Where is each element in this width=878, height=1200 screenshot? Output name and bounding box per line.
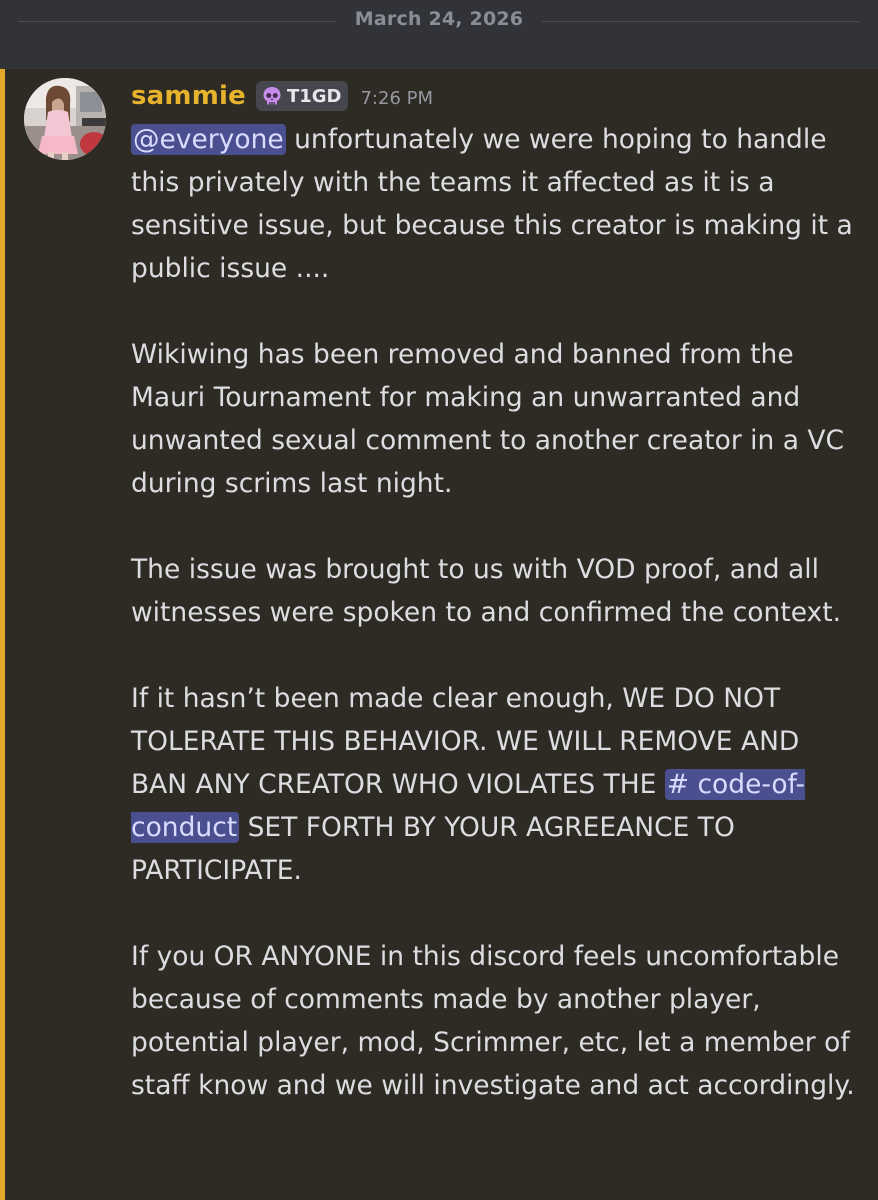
date-divider-label: March 24, 2026 <box>354 8 524 30</box>
mention-highlight-bar <box>0 69 5 1200</box>
message-paragraph: Wikiwing has been removed and banned fro… <box>131 339 845 499</box>
message[interactable]: sammie T1GD 7:26 PM @everyone unfortunat… <box>0 68 878 1200</box>
divider-line-right <box>542 21 860 22</box>
divider-line-left <box>18 21 336 22</box>
avatar-image <box>24 78 106 160</box>
server-tag-text: T1GD <box>286 85 342 107</box>
skull-icon <box>263 87 281 105</box>
message-content: @everyone unfortunately we were hoping t… <box>131 118 861 1107</box>
message-paragraph: If it hasn’t been made clear enough, WE … <box>131 677 861 892</box>
message-timestamp[interactable]: 7:26 PM <box>360 84 433 109</box>
username[interactable]: sammie <box>131 81 246 111</box>
server-tag-badge[interactable]: T1GD <box>255 81 349 111</box>
date-divider: March 24, 2026 <box>0 0 878 68</box>
message-paragraph: The issue was brought to us with VOD pro… <box>131 554 842 628</box>
message-paragraph: If you OR ANYONE in this discord feels u… <box>131 941 855 1101</box>
avatar[interactable] <box>24 78 106 160</box>
everyone-mention[interactable]: @everyone <box>131 124 286 155</box>
message-paragraph: @everyone unfortunately we were hoping t… <box>131 118 861 290</box>
message-header: sammie T1GD 7:26 PM <box>131 78 433 114</box>
